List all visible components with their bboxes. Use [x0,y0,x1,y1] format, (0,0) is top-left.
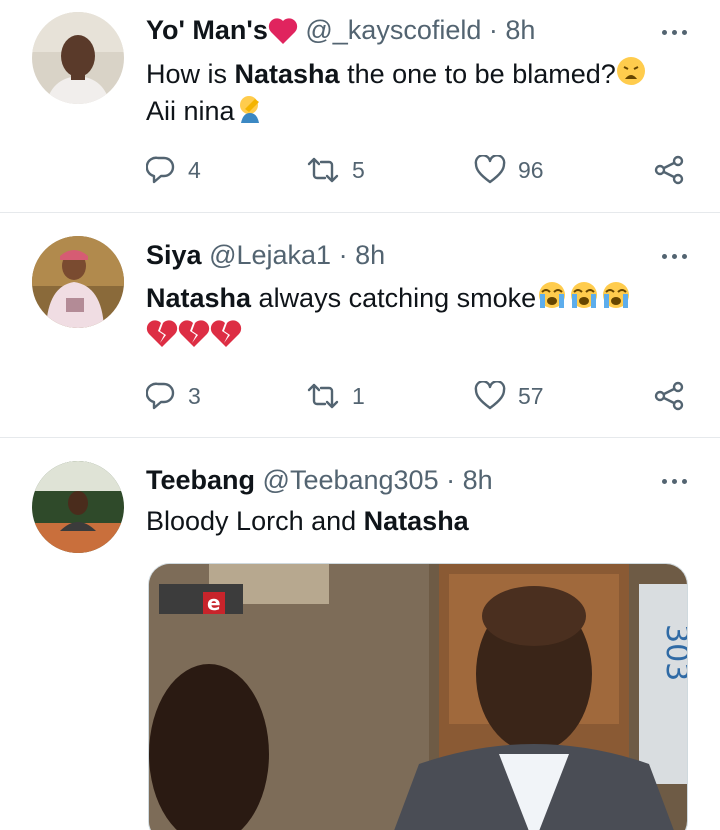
avatar[interactable] [32,461,124,553]
retweet-button[interactable]: 5 [306,150,365,190]
bold-mention: Natasha [363,506,469,536]
share-button[interactable] [652,376,686,416]
more-icon[interactable] [656,246,692,266]
like-count: 57 [518,382,544,409]
more-icon[interactable] [656,471,692,491]
retweet-button[interactable]: 1 [306,376,365,416]
display-name[interactable]: Yo' Man's [146,15,268,45]
sign-text: 303 [659,624,688,681]
more-icon[interactable] [656,22,692,42]
tweet-text: How is Natasha the one to be blamed? Aii… [146,56,680,130]
weary-face-emoji [616,56,646,93]
reply-count: 3 [188,382,201,409]
broken-heart-emoji [210,319,242,356]
like-icon [474,381,506,411]
share-icon [652,381,686,411]
reply-button[interactable]: 3 [146,376,201,416]
share-icon [652,155,686,185]
handle[interactable]: @Teebang305 [263,465,439,495]
handle[interactable]: @Lejaka1 [209,240,331,270]
timestamp[interactable]: 8h [463,465,493,495]
tweet-actions: 4 5 96 [146,150,694,190]
like-count: 96 [518,156,544,183]
like-icon [474,155,506,185]
retweet-icon [306,381,340,411]
loudly-crying-emoji [600,280,632,317]
separator-dot: · [446,465,456,495]
broken-heart-emoji [146,319,178,356]
handle[interactable]: @_kayscofield [305,15,481,45]
timestamp[interactable]: 8h [355,240,385,270]
loudly-crying-emoji [568,280,600,317]
broken-heart-emoji [178,319,210,356]
loudly-crying-emoji [536,280,568,317]
bold-mention: Natasha [146,283,252,313]
reply-count: 4 [188,156,201,183]
share-button[interactable] [652,150,686,190]
reply-icon [146,155,176,185]
retweet-icon [306,155,340,185]
display-name[interactable]: Siya [146,240,202,270]
tweet[interactable]: Yo' Man's @_kayscofield · 8h How is Nata… [0,0,720,213]
retweet-count: 5 [352,156,365,183]
reply-icon [146,381,176,411]
tweet-media-image[interactable]: e 303 [148,563,688,830]
tweet[interactable]: Siya @Lejaka1 · 8h Natasha always catchi… [0,214,720,438]
timestamp[interactable]: 8h [505,15,535,45]
tweet-text: Bloody Lorch and Natasha [146,506,469,536]
tweet-actions: 3 1 57 [146,376,694,416]
bold-mention: Natasha [234,59,340,89]
separator-dot: · [338,240,348,270]
facepalm-emoji [235,93,265,130]
like-button[interactable]: 96 [474,150,544,190]
tweet-header: Yo' Man's @_kayscofield · 8h [146,13,535,53]
reply-button[interactable]: 4 [146,150,201,190]
avatar[interactable] [32,236,124,328]
tweet-text: Natasha always catching smoke [146,280,680,356]
retweet-count: 1 [352,382,365,409]
channel-logo: e [207,591,221,615]
tweet[interactable]: Teebang @Teebang305 · 8h Bloody Lorch an… [0,439,720,830]
display-name[interactable]: Teebang [146,465,255,495]
avatar[interactable] [32,12,124,104]
separator-dot: · [488,15,498,45]
tweet-header: Siya @Lejaka1 · 8h [146,238,385,272]
like-button[interactable]: 57 [474,376,544,416]
tweet-header: Teebang @Teebang305 · 8h [146,463,493,497]
red-heart-emoji [268,17,298,53]
